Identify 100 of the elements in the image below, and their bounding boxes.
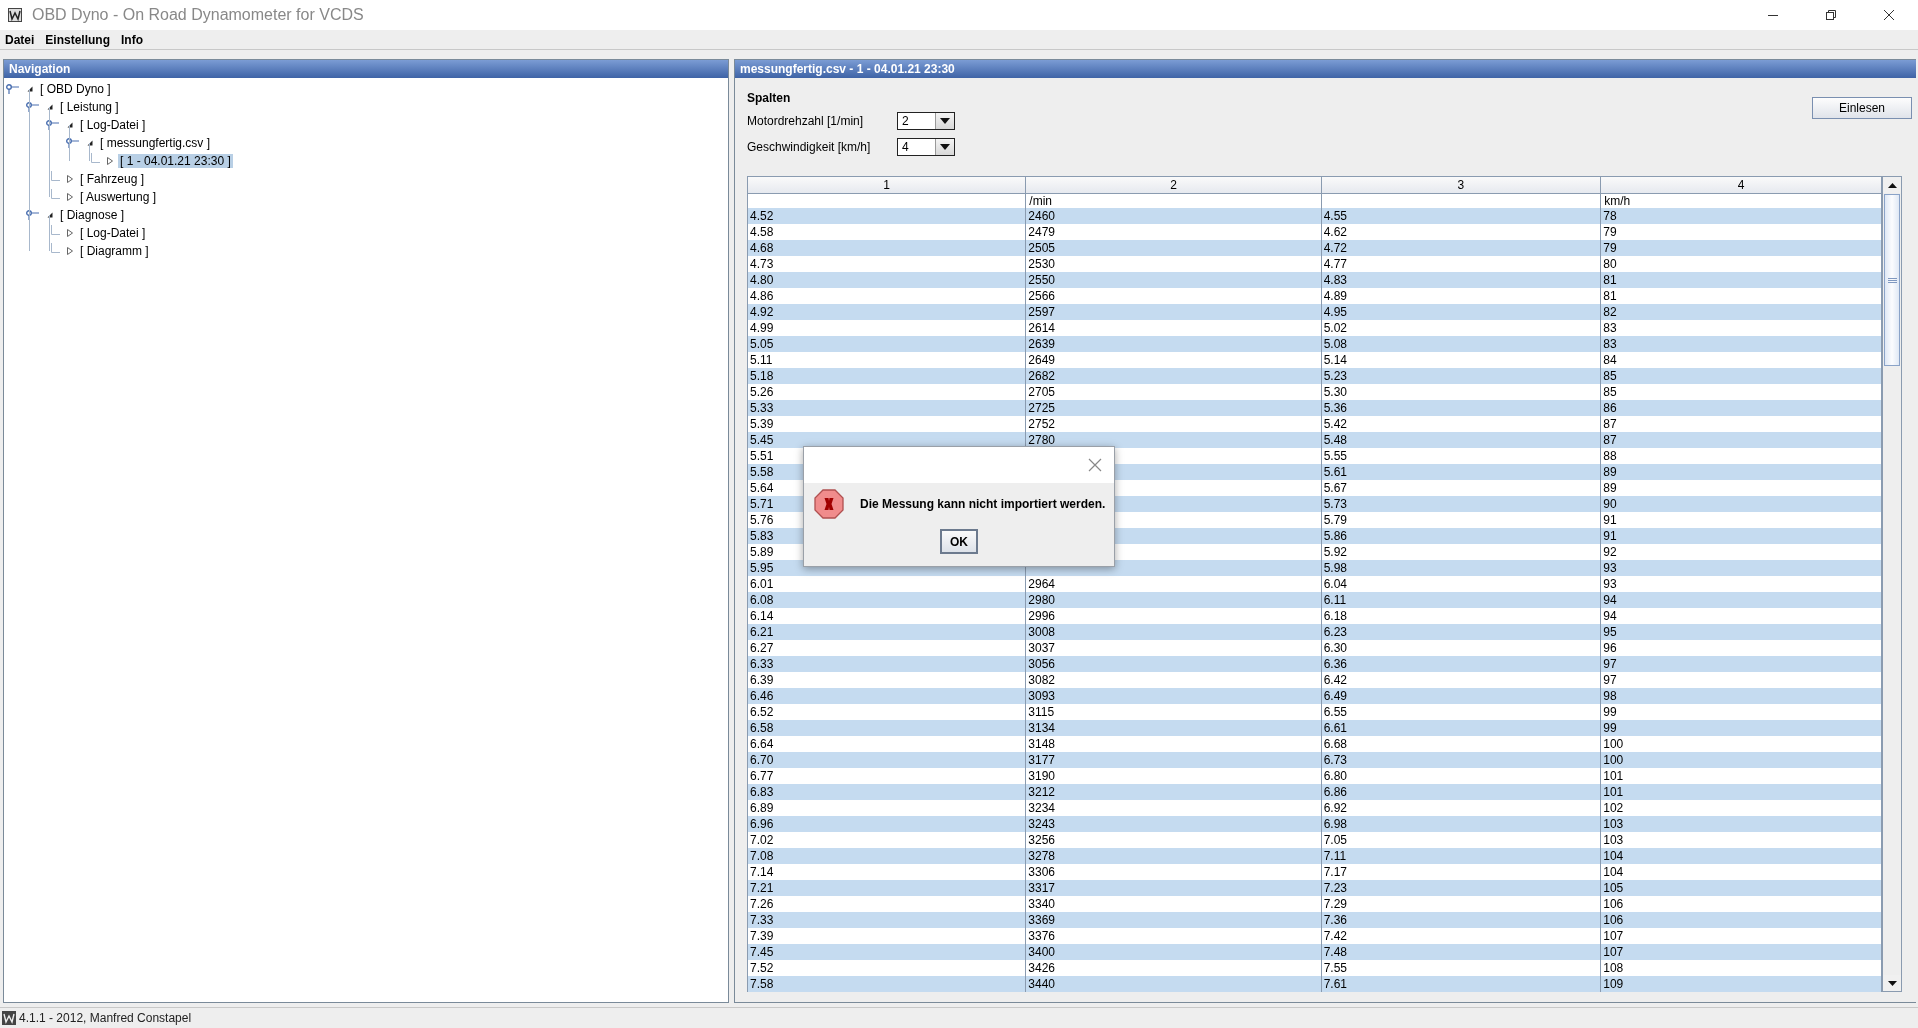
table-cell: 2460: [1026, 208, 1322, 224]
column-header[interactable]: 2: [1026, 177, 1322, 194]
table-cell: 7.45: [748, 944, 1027, 960]
table-cell: 2505: [1026, 240, 1322, 256]
expanded-triangle-icon[interactable]: [26, 85, 34, 93]
table-cell: 7.21: [748, 880, 1027, 896]
table-cell: 2550: [1026, 272, 1322, 288]
table-cell: 6.46: [748, 688, 1027, 704]
dropdown-arrow-icon: [940, 144, 950, 150]
field-label: Geschwindigkeit [km/h]: [747, 140, 872, 154]
collapsed-triangle-icon[interactable]: [66, 175, 74, 183]
menu-item[interactable]: Einstellung: [44, 32, 117, 47]
table-cell: 3243: [1026, 816, 1322, 832]
table-cell: 3400: [1026, 944, 1322, 960]
node-handle-icon[interactable]: [46, 120, 62, 130]
table-cell: 6.23: [1321, 624, 1602, 640]
expanded-triangle-icon[interactable]: [66, 121, 74, 129]
tree-item[interactable]: [ Diagnose ]: [58, 208, 127, 222]
node-handle-icon[interactable]: [6, 84, 22, 94]
table-cell: 3317: [1026, 880, 1322, 896]
close-icon[interactable]: [1883, 9, 1895, 21]
table-cell: 78: [1601, 208, 1882, 224]
table-cell: 99: [1601, 720, 1882, 736]
panel-header: messungfertig.csv - 1 - 04.01.21 23:30: [735, 60, 1916, 78]
table-cell: 2780: [1026, 432, 1322, 448]
table-cell: 5.98: [1321, 560, 1602, 576]
table-cell: 104: [1601, 848, 1882, 864]
tree-item[interactable]: [ 1 - 04.01.21 23:30 ]: [118, 154, 233, 168]
column-header[interactable]: 3: [1321, 177, 1602, 194]
table-cell: 3278: [1026, 848, 1322, 864]
table-cell: 82: [1601, 304, 1882, 320]
error-icon: [814, 489, 844, 519]
table-cell: 7.36: [1321, 912, 1602, 928]
table-cell: 6.08: [748, 592, 1027, 608]
table-cell: 106: [1601, 912, 1882, 928]
grip-icon: [1887, 277, 1897, 283]
collapsed-triangle-icon[interactable]: [66, 229, 74, 237]
up-arrow-icon: [1887, 182, 1897, 188]
table-cell: 2597: [1026, 304, 1322, 320]
table-cell: 7.61: [1321, 976, 1602, 992]
expanded-triangle-icon[interactable]: [86, 139, 94, 147]
table-cell: 95: [1601, 624, 1882, 640]
table-cell: 91: [1601, 528, 1882, 544]
table-cell: 86: [1601, 400, 1882, 416]
collapsed-triangle-icon[interactable]: [106, 157, 114, 165]
tree-item[interactable]: [ Auswertung ]: [78, 190, 159, 204]
table-cell: 107: [1601, 944, 1882, 960]
window-title: OBD Dyno - On Road Dynamometer for VCDS: [32, 6, 365, 24]
table-cell: 3056: [1026, 656, 1322, 672]
scrollbar-thumb[interactable]: [1884, 194, 1900, 366]
tree-item[interactable]: [ Log-Datei ]: [78, 226, 148, 240]
menu-item[interactable]: Datei: [4, 32, 42, 47]
table-cell: 98: [1601, 688, 1882, 704]
table-cell: 4.80: [748, 272, 1027, 288]
node-handle-icon[interactable]: [66, 138, 82, 148]
expanded-triangle-icon[interactable]: [46, 211, 54, 219]
menu-item[interactable]: Info: [120, 32, 150, 47]
table-cell: 87: [1601, 432, 1882, 448]
table-cell: 109: [1601, 976, 1882, 992]
node-handle-icon[interactable]: [26, 210, 42, 220]
tree-item[interactable]: [ Log-Datei ]: [78, 118, 148, 132]
tree-item[interactable]: [ messungfertig.csv ]: [98, 136, 213, 150]
table-cell: 3093: [1026, 688, 1322, 704]
table-cell: 7.23: [1321, 880, 1602, 896]
collapsed-triangle-icon[interactable]: [66, 193, 74, 201]
table-cell: 6.36: [1321, 656, 1602, 672]
table-cell: 6.49: [1321, 688, 1602, 704]
table-cell: 5.61: [1321, 464, 1602, 480]
status-text: 4.1.1 - 2012, Manfred Constapel: [19, 1011, 192, 1025]
table-cell: 6.96: [748, 816, 1027, 832]
table-cell: 6.73: [1321, 752, 1602, 768]
expanded-triangle-icon[interactable]: [46, 103, 54, 111]
app-icon: [8, 8, 22, 22]
tree-item[interactable]: [ OBD Dyno ]: [38, 82, 113, 96]
table-cell: 6.86: [1321, 784, 1602, 800]
table-cell: 5.45: [748, 432, 1027, 448]
table-cell: 4.95: [1321, 304, 1602, 320]
panel-header: Navigation: [4, 60, 728, 78]
column-header[interactable]: 4: [1601, 177, 1882, 194]
column-dropdown[interactable]: 2: [897, 112, 955, 130]
table-cell: 6.61: [1321, 720, 1602, 736]
restore-icon[interactable]: [1825, 9, 1837, 21]
column-header[interactable]: 1: [748, 177, 1027, 194]
table-cell: 5.86: [1321, 528, 1602, 544]
table-cell: 81: [1601, 272, 1882, 288]
column-dropdown[interactable]: 4: [897, 138, 955, 156]
table-cell: 2682: [1026, 368, 1322, 384]
tree-item[interactable]: [ Fahrzeug ]: [78, 172, 147, 186]
node-handle-icon[interactable]: [26, 102, 42, 112]
ok-button[interactable]: OK: [940, 529, 978, 554]
tree-item[interactable]: [ Leistung ]: [58, 100, 121, 114]
table-cell: 6.58: [748, 720, 1027, 736]
tree-item[interactable]: [ Diagramm ]: [78, 244, 151, 258]
table-cell: 90: [1601, 496, 1882, 512]
down-arrow-icon: [1887, 980, 1897, 986]
table-cell: 7.58: [748, 976, 1027, 992]
table-cell: 105: [1601, 880, 1882, 896]
table-cell: 3440: [1026, 976, 1322, 992]
read-button[interactable]: Einlesen: [1812, 97, 1912, 119]
collapsed-triangle-icon[interactable]: [66, 247, 74, 255]
